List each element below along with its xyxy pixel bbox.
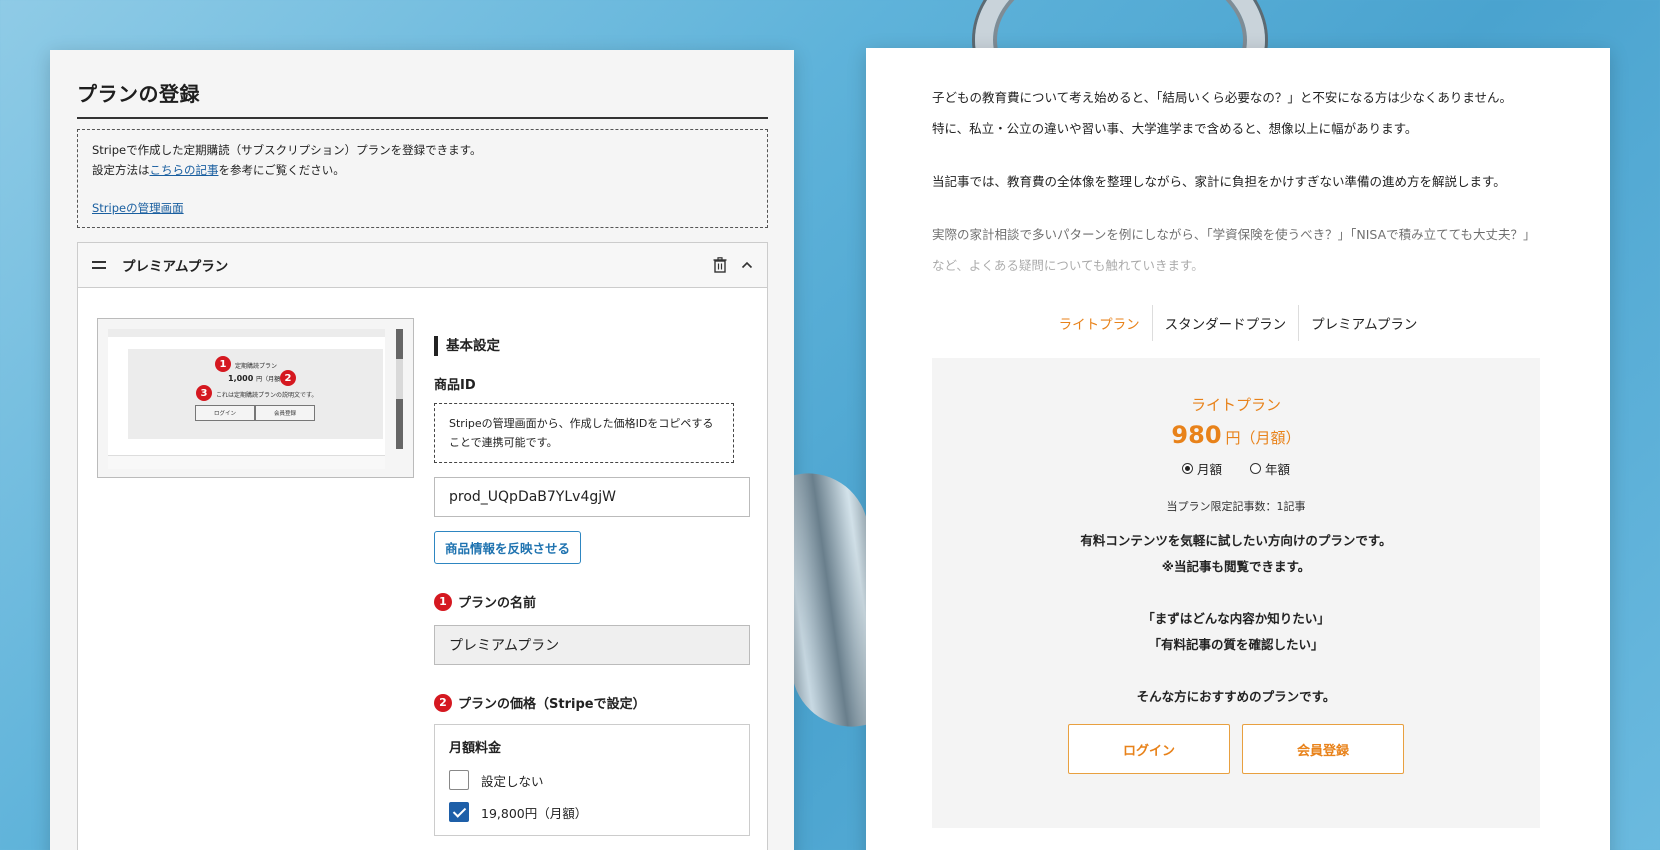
product-id-help: Stripeの管理画面から、作成した価格IDをコピペすることで連携可能です。 bbox=[434, 403, 734, 463]
plan-preview-image: 1 定期購読プラン 1,000 円（月額） 2 3 これは定期購読プランの説明文… bbox=[97, 318, 414, 478]
basic-settings: 基本設定 商品ID Stripeの管理画面から、作成した価格IDをコピペすること… bbox=[434, 336, 750, 836]
notice-prefix: 設定方法は bbox=[92, 163, 150, 177]
plan-tabs: ライトプラン スタンダードプラン プレミアムプラン bbox=[932, 305, 1544, 341]
accordion-header[interactable]: プレミアムプラン bbox=[78, 243, 767, 288]
plan-desc-line2: ※当記事も閲覧できます。 bbox=[1161, 559, 1311, 574]
plan-card-name: ライトプラン bbox=[1190, 396, 1281, 414]
step-badge-2: 2 bbox=[434, 693, 452, 712]
article-paragraph-1: 子どもの教育費について考え始めると、「結局いくら必要なの？」と不安になる方は少な… bbox=[932, 82, 1544, 144]
stripe-dashboard-link[interactable]: Stripeの管理画面 bbox=[92, 201, 184, 215]
product-id-label: 商品ID bbox=[434, 378, 476, 393]
preview-scroll-thumb-2 bbox=[396, 399, 403, 449]
page-title: プランの登録 bbox=[77, 78, 768, 119]
monthly-price-box: 月額料金 設定しない 19,800円（月額） bbox=[434, 724, 750, 836]
plan-accordion: プレミアムプラン 1 定期購読プラン 1,000 円（月額） 2 3 これは定期… bbox=[77, 242, 768, 850]
article-para1-line2: 特に、私立・公立の違いや習い事、大学進学まで含めると、想像以上に幅があります。 bbox=[932, 121, 1418, 136]
plan-desc-gap bbox=[932, 580, 1540, 606]
notice-box: Stripeで作成した定期購読（サブスクリプション）プランを登録できます。 設定… bbox=[77, 129, 768, 228]
notice-suffix: を参考にご覧ください。 bbox=[218, 163, 345, 177]
product-id-input[interactable]: prod_UQpDaB7YLv4gjW bbox=[434, 477, 750, 517]
plan-description: 有料コンテンツを気軽に試したい方向けのプランです。 ※当記事も閲覧できます。 「… bbox=[932, 528, 1540, 710]
plan-article-limit: 当プラン限定記事数：1記事 bbox=[1166, 500, 1306, 513]
article-para1-line1: 子どもの教育費について考え始めると、「結局いくら必要なの？」と不安になる方は少な… bbox=[932, 90, 1513, 105]
option-monthly-price[interactable]: 19,800円（月額） bbox=[449, 796, 735, 828]
preview-scrollbar bbox=[396, 329, 403, 449]
plan-desc-line3: そんな方におすすめのプランです。 bbox=[1136, 689, 1336, 704]
preview-plan-label: 定期購読プラン bbox=[235, 363, 278, 370]
tab-standard-plan[interactable]: スタンダードプラン bbox=[1151, 305, 1299, 341]
radio-yearly[interactable]: 年額 bbox=[1250, 459, 1290, 478]
register-button[interactable]: 会員登録 bbox=[1242, 724, 1404, 774]
tab-light-plan[interactable]: ライトプラン bbox=[1047, 305, 1152, 341]
article-paragraph-3: 実際の家計相談で多いパターンを例にしながら、「学資保険を使うべき？」「NISAで… bbox=[932, 219, 1544, 281]
plan-desc-quote2: 「有料記事の質を確認したい」 bbox=[1148, 637, 1324, 652]
plan-name-label-text: プランの名前 bbox=[458, 596, 537, 611]
reflect-product-button[interactable]: 商品情報を反映させる bbox=[434, 531, 582, 564]
monthly-price-title: 月額料金 bbox=[449, 741, 502, 756]
step-badge-1: 1 bbox=[434, 592, 452, 611]
preview-card: 1 定期購読プラン 1,000 円（月額） 2 3 これは定期購読プランの説明文… bbox=[128, 349, 383, 439]
login-button[interactable]: ログイン bbox=[1068, 724, 1230, 774]
plan-price-label-text: プランの価格（Stripeで設定） bbox=[458, 697, 646, 712]
preview-badge-1: 1 bbox=[215, 356, 231, 372]
plan-card-period: （月額） bbox=[1240, 429, 1301, 447]
plan-price-label: 2 プランの価格（Stripeで設定） bbox=[434, 693, 734, 712]
checkbox-none[interactable] bbox=[449, 770, 469, 790]
preview-badge-2: 2 bbox=[280, 370, 296, 386]
preview-top-strip bbox=[108, 329, 385, 337]
plan-desc-quote1: 「まずはどんな内容か知りたい」 bbox=[1142, 611, 1330, 626]
plan-card-amount: 980 bbox=[1171, 421, 1222, 449]
billing-period-radios: 月額 年額 bbox=[932, 459, 1540, 478]
tab-premium-plan[interactable]: プレミアムプラン bbox=[1298, 305, 1429, 341]
preview-description: これは定期購読プランの説明文です。 bbox=[216, 392, 318, 399]
drag-handle-icon[interactable] bbox=[92, 261, 106, 269]
plan-desc-gap-2 bbox=[932, 658, 1540, 684]
preview-bottom-strip bbox=[108, 455, 385, 469]
basic-settings-heading: 基本設定 bbox=[434, 336, 734, 356]
plan-card-actions: ログイン 会員登録 bbox=[932, 724, 1540, 774]
plan-admin-panel: プランの登録 Stripeで作成した定期購読（サブスクリプション）プランを登録で… bbox=[50, 50, 794, 850]
option-none-label: 設定しない bbox=[481, 773, 544, 789]
radio-monthly[interactable]: 月額 bbox=[1181, 459, 1222, 478]
plan-card: ライトプラン 980 円 （月額） 月額 年額 当プラン限定記事数：1記事 有料… bbox=[932, 358, 1540, 828]
accordion-title: プレミアムプラン bbox=[122, 259, 229, 275]
plan-desc-line1: 有料コンテンツを気軽に試したい方向けのプランです。 bbox=[1080, 533, 1392, 548]
preview-register-button: 会員登録 bbox=[255, 405, 315, 421]
radio-yearly-label: 年額 bbox=[1265, 462, 1291, 477]
preview-price: 1,000 円（月額） bbox=[228, 374, 286, 383]
notice-line1: Stripeで作成した定期購読（サブスクリプション）プランを登録できます。 bbox=[92, 143, 482, 157]
plan-name-label: 1 プランの名前 bbox=[434, 592, 734, 611]
plan-card-unit: 円 bbox=[1225, 429, 1241, 447]
trash-icon[interactable] bbox=[713, 257, 727, 273]
radio-monthly-dot[interactable] bbox=[1181, 463, 1193, 474]
preview-scroll-thumb bbox=[396, 329, 403, 359]
notice-line2: 設定方法はこちらの記事を参考にご覧ください。 bbox=[92, 160, 753, 180]
plan-name-input[interactable]: プレミアムプラン bbox=[434, 625, 750, 665]
chevron-up-icon[interactable] bbox=[741, 259, 753, 271]
article-link[interactable]: こちらの記事 bbox=[150, 163, 219, 177]
checkbox-monthly-price[interactable] bbox=[449, 802, 469, 822]
option-none[interactable]: 設定しない bbox=[449, 764, 735, 796]
option-monthly-price-label: 19,800円（月額） bbox=[481, 805, 588, 821]
preview-canvas: 1 定期購読プラン 1,000 円（月額） 2 3 これは定期購読プランの説明文… bbox=[108, 329, 385, 469]
preview-login-button: ログイン bbox=[195, 405, 255, 421]
plan-card-price: 980 円 （月額） bbox=[932, 421, 1540, 449]
radio-monthly-label: 月額 bbox=[1196, 462, 1222, 477]
article-preview-panel: 子どもの教育費について考え始めると、「結局いくら必要なの？」と不安になる方は少な… bbox=[866, 48, 1610, 850]
radio-yearly-dot[interactable] bbox=[1250, 463, 1261, 474]
preview-price-amount: 1,000 bbox=[228, 374, 254, 383]
notice-spacer bbox=[92, 180, 753, 198]
article-paragraph-2: 当記事では、教育費の全体像を整理しながら、家計に負担をかけすぎない準備の進め方を… bbox=[932, 174, 1506, 189]
preview-badge-3: 3 bbox=[196, 385, 212, 401]
